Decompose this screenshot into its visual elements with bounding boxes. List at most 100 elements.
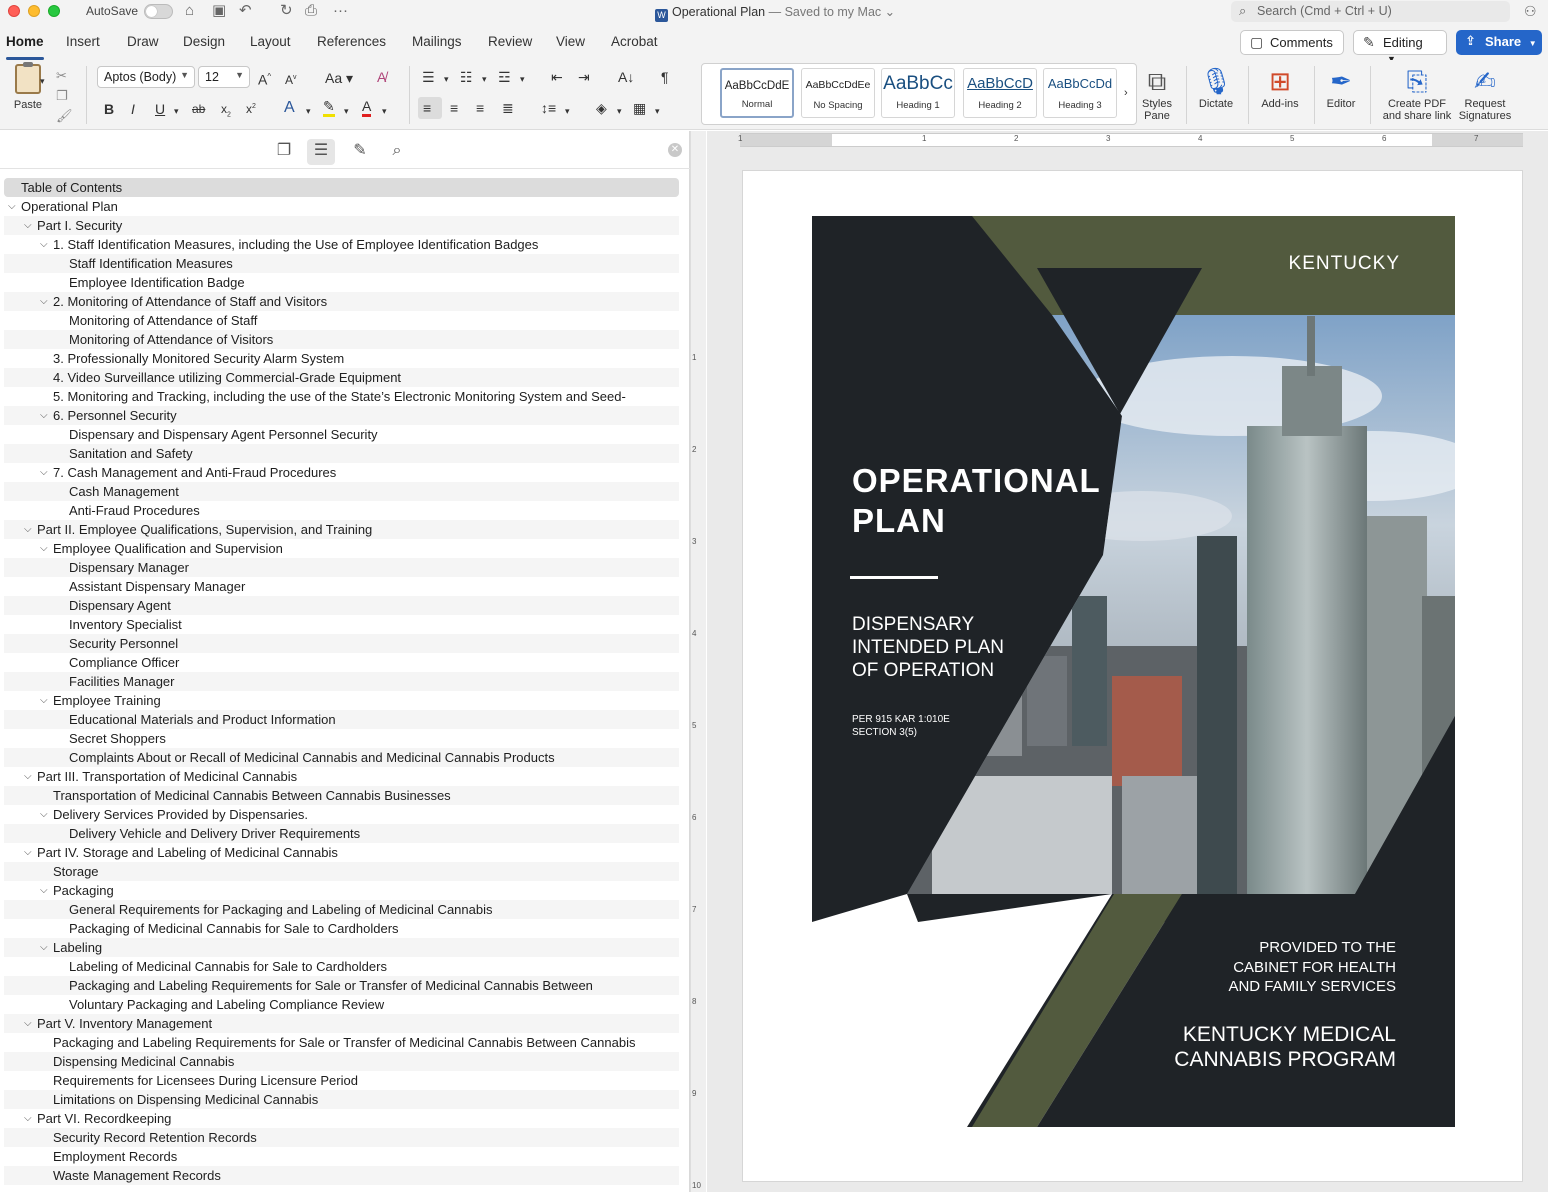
toc-item[interactable]: Security Record Retention Records xyxy=(4,1128,679,1147)
style-heading-1[interactable]: AaBbCc Heading 1 xyxy=(881,68,955,118)
highlight-icon[interactable]: ✎ xyxy=(323,99,335,117)
tab-home[interactable]: Home xyxy=(6,34,44,60)
cut-icon[interactable]: ✂ xyxy=(56,66,73,86)
toc-item[interactable]: Transportation of Medicinal Cannabis Bet… xyxy=(4,786,679,805)
toc-item[interactable]: 4. Video Surveillance utilizing Commerci… xyxy=(4,368,679,387)
toc-item[interactable]: Complaints About or Recall of Medicinal … xyxy=(4,748,679,767)
chevron-down-icon[interactable]: ▾ xyxy=(344,102,349,120)
tab-insert[interactable]: Insert xyxy=(66,34,100,49)
chevron-down-icon[interactable]: ⌵ xyxy=(40,406,48,425)
underline-icon[interactable]: U xyxy=(155,100,165,118)
font-name-select[interactable]: Aptos (Body) ▼ xyxy=(97,66,195,88)
chevron-down-icon[interactable]: ⌵ xyxy=(40,691,48,710)
toc-item[interactable]: Packaging and Labeling Requirements for … xyxy=(4,1033,679,1052)
save-icon[interactable]: ▣ xyxy=(212,2,226,20)
chevron-down-icon[interactable]: ▾ xyxy=(617,102,622,120)
paragraph-marks-icon[interactable]: ¶ xyxy=(661,68,669,86)
chevron-down-icon[interactable]: ⌵ xyxy=(24,216,32,235)
clear-formatting-icon[interactable]: A̸ xyxy=(377,68,386,86)
toc-item[interactable]: Voluntary Packaging and Labeling Complia… xyxy=(4,995,679,1014)
align-left-icon[interactable]: ≡ xyxy=(423,99,431,117)
style-heading-3[interactable]: AaBbCcDd Heading 3 xyxy=(1043,68,1117,118)
print-icon[interactable]: ⎙ xyxy=(305,2,317,20)
autosave-toggle[interactable] xyxy=(144,4,173,19)
change-case-icon[interactable]: Aa ▾ xyxy=(325,69,353,87)
chevron-down-icon[interactable]: ▾ xyxy=(565,102,570,120)
numbering-icon[interactable]: ☷ xyxy=(460,68,473,86)
chevron-down-icon[interactable]: ▾ xyxy=(382,102,387,120)
toc-item[interactable]: ⌵ Part V. Inventory Management xyxy=(4,1014,679,1033)
chevron-down-icon[interactable]: ▾ xyxy=(482,70,487,88)
toc-item[interactable]: ⌵ Packaging xyxy=(4,881,679,900)
chevron-down-icon[interactable]: ⌵ xyxy=(24,520,32,539)
toc-item[interactable]: Inventory Specialist xyxy=(4,615,679,634)
home-icon[interactable]: ⌂ xyxy=(185,2,194,20)
chevron-down-icon[interactable]: ⌵ xyxy=(24,1109,32,1128)
tab-design[interactable]: Design xyxy=(183,34,225,49)
sort-icon[interactable]: A↓ xyxy=(618,68,634,86)
chevron-down-icon[interactable]: ⌵ xyxy=(40,805,48,824)
reviewing-pane-icon[interactable]: ✎ xyxy=(346,139,374,165)
align-center-icon[interactable]: ≡ xyxy=(450,99,458,117)
toc-item[interactable]: Dispensary Manager xyxy=(4,558,679,577)
share-button[interactable]: ⇪ Share ▼ xyxy=(1456,30,1542,55)
document-page[interactable]: KENTUCKY OPERATIONAL PLAN DISPENSARY INT… xyxy=(742,170,1523,1182)
comments-button[interactable]: ▢ Comments xyxy=(1240,30,1344,55)
toc-item[interactable]: Educational Materials and Product Inform… xyxy=(4,710,679,729)
toc-item[interactable]: Packaging and Labeling Requirements for … xyxy=(4,976,679,995)
account-icon[interactable]: ⚇ xyxy=(1524,3,1537,20)
toc-header[interactable]: Table of Contents xyxy=(4,178,679,197)
zoom-window-button[interactable] xyxy=(48,5,60,17)
toc-item[interactable]: ⌵ Operational Plan xyxy=(4,197,679,216)
chevron-down-icon[interactable]: ▾ xyxy=(40,72,45,90)
search-box[interactable]: ⌕ Search (Cmd + Ctrl + U) xyxy=(1231,1,1510,22)
tab-review[interactable]: Review xyxy=(488,34,532,49)
toc-item[interactable]: ⌵ Part VI. Recordkeeping xyxy=(4,1109,679,1128)
toc-item[interactable]: Dispensing Medicinal Cannabis xyxy=(4,1052,679,1071)
tab-draw[interactable]: Draw xyxy=(127,34,159,49)
toc-item[interactable]: Assistant Dispensary Manager xyxy=(4,577,679,596)
editor-button[interactable]: ✒ Editor xyxy=(1320,64,1362,110)
toc-item[interactable]: Secret Shoppers xyxy=(4,729,679,748)
toc-item[interactable]: ⌵ Delivery Services Provided by Dispensar… xyxy=(4,805,679,824)
close-window-button[interactable] xyxy=(8,5,20,17)
bold-icon[interactable]: B xyxy=(104,100,114,118)
shrink-font-icon[interactable]: Av xyxy=(285,69,297,89)
search-icon[interactable]: ⌕ xyxy=(383,139,411,165)
toc-item[interactable]: Monitoring of Attendance of Visitors xyxy=(4,330,679,349)
toc-item[interactable]: Compliance Officer xyxy=(4,653,679,672)
chevron-down-icon[interactable]: ⌵ xyxy=(40,881,48,900)
close-icon[interactable]: ✕ xyxy=(668,143,682,157)
toc-item[interactable]: ⌵ 1. Staff Identification Measures, inclu… xyxy=(4,235,679,254)
toc-item[interactable]: Limitations on Dispensing Medicinal Cann… xyxy=(4,1090,679,1109)
request-signatures-button[interactable]: ✍ Request Signatures xyxy=(1456,64,1514,122)
text-effects-icon[interactable]: A xyxy=(284,99,295,117)
chevron-right-icon[interactable]: › xyxy=(1124,84,1128,102)
toc-item[interactable]: Employee Identification Badge xyxy=(4,273,679,292)
toc-item[interactable]: Delivery Vehicle and Delivery Driver Req… xyxy=(4,824,679,843)
subscript-icon[interactable]: x2 xyxy=(221,100,231,124)
toc-item[interactable]: ⌵ Employee Qualification and Supervision xyxy=(4,539,679,558)
line-spacing-icon[interactable]: ↕≡ xyxy=(541,99,556,117)
font-size-select[interactable]: 12 ▼ xyxy=(198,66,250,88)
grow-font-icon[interactable]: A^ xyxy=(258,68,271,89)
chevron-down-icon[interactable]: ⌵ xyxy=(40,938,48,957)
horizontal-ruler[interactable]: 1 1 2 3 4 5 6 7 xyxy=(738,133,1523,147)
copy-icon[interactable]: ❐ xyxy=(56,86,73,106)
chevron-down-icon[interactable]: ▾ xyxy=(444,70,449,88)
toc-item[interactable]: Waste Management Records xyxy=(4,1166,679,1185)
toc-item[interactable]: Security Personnel xyxy=(4,634,679,653)
align-right-icon[interactable]: ≡ xyxy=(476,99,484,117)
tab-view[interactable]: View xyxy=(556,34,585,49)
chevron-down-icon[interactable]: ⌵ xyxy=(40,292,48,311)
tab-layout[interactable]: Layout xyxy=(250,34,291,49)
document-map-icon[interactable]: ☰ xyxy=(307,139,335,165)
font-color-icon[interactable]: A xyxy=(362,99,372,117)
chevron-down-icon[interactable]: ⌵ xyxy=(24,767,32,786)
chevron-down-icon[interactable]: ⌵ xyxy=(40,539,48,558)
style-no-spacing[interactable]: AaBbCcDdEe No Spacing xyxy=(801,68,875,118)
toc-item[interactable]: Storage xyxy=(4,862,679,881)
chevron-down-icon[interactable]: ⌵ xyxy=(8,197,16,216)
superscript-icon[interactable]: x2 xyxy=(246,98,256,118)
toc-item[interactable]: ⌵ 6. Personnel Security xyxy=(4,406,679,425)
